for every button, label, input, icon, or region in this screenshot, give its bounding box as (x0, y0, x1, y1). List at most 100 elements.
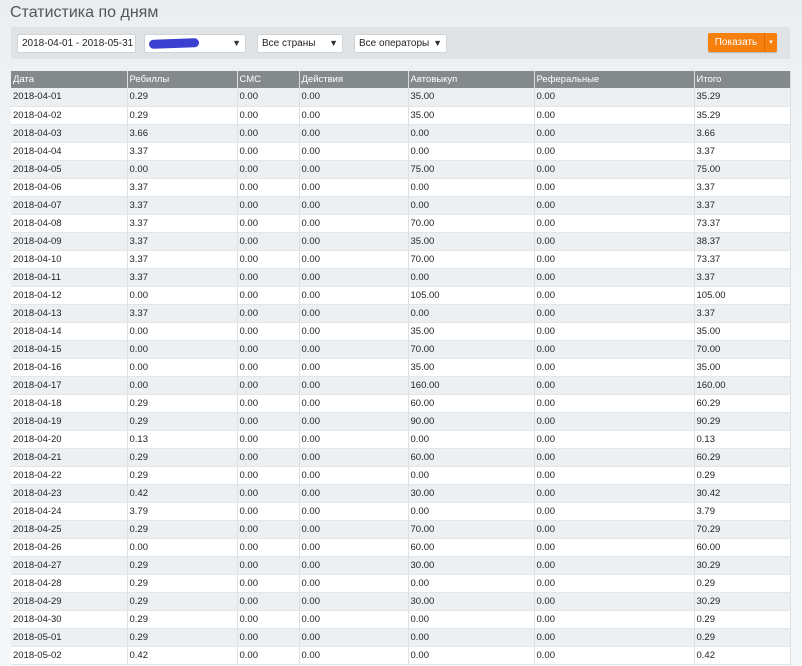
source-select[interactable]: ▼ (144, 34, 246, 53)
show-button[interactable]: Показать (708, 33, 764, 52)
cell-rebills: 3.37 (127, 250, 238, 269)
column-header-total[interactable]: Итого (694, 71, 791, 88)
cell-autobuy: 70.00 (408, 340, 535, 359)
cell-referral: 0.00 (534, 628, 695, 647)
cell-sms: 0.00 (237, 304, 300, 323)
cell-rebills: 0.29 (127, 592, 238, 611)
cell-autobuy: 105.00 (408, 286, 535, 305)
cell-sms: 0.00 (237, 520, 300, 539)
cell-date: 2018-04-03 (11, 124, 128, 143)
cell-sms: 0.00 (237, 214, 300, 233)
cell-referral: 0.00 (534, 538, 695, 557)
show-button-group: Показать ▾ (708, 33, 777, 52)
table-row: 2018-04-26 0.00 0.00 0.00 60.00 0.00 60.00 (11, 538, 791, 557)
cell-total: 70.00 (694, 340, 791, 359)
table-row: 2018-04-14 0.00 0.00 0.00 35.00 0.00 35.00 (11, 322, 791, 341)
table-row: 2018-04-23 0.42 0.00 0.00 30.00 0.00 30.42 (11, 484, 791, 503)
filter-bar: 2018-04-01 - 2018-05-31 ▼ Все страны ▼ В… (11, 27, 790, 59)
cell-actions: 0.00 (299, 646, 409, 665)
cell-autobuy: 30.00 (408, 592, 535, 611)
table-row: 2018-04-18 0.29 0.00 0.00 60.00 0.00 60.29 (11, 394, 791, 413)
cell-referral: 0.00 (534, 376, 695, 395)
cell-referral: 0.00 (534, 340, 695, 359)
cell-sms: 0.00 (237, 592, 300, 611)
column-header-referral[interactable]: Реферальные (534, 71, 695, 88)
column-header-date[interactable]: Дата (11, 71, 128, 88)
cell-sms: 0.00 (237, 610, 300, 629)
chevron-down-icon: ▼ (433, 38, 442, 48)
cell-date: 2018-04-02 (11, 106, 128, 125)
cell-date: 2018-04-28 (11, 574, 128, 593)
column-header-actions[interactable]: Действия (299, 71, 409, 88)
cell-date: 2018-04-16 (11, 358, 128, 377)
cell-total: 90.29 (694, 412, 791, 431)
cell-date: 2018-04-18 (11, 394, 128, 413)
cell-sms: 0.00 (237, 646, 300, 665)
cell-referral: 0.00 (534, 268, 695, 287)
cell-total: 160.00 (694, 376, 791, 395)
table-row: 2018-04-17 0.00 0.00 0.00 160.00 0.00 160.00 (11, 376, 791, 395)
cell-actions: 0.00 (299, 394, 409, 413)
cell-rebills: 3.66 (127, 124, 238, 143)
cell-referral: 0.00 (534, 196, 695, 215)
cell-total: 35.00 (694, 358, 791, 377)
table-header-row: Дата Ребиллы СМС Действия Автовыкуп Реферальн… (11, 71, 791, 88)
cell-total: 60.00 (694, 538, 791, 557)
cell-rebills: 0.29 (127, 520, 238, 539)
show-options-dropdown[interactable]: ▾ (764, 33, 777, 52)
cell-actions: 0.00 (299, 322, 409, 341)
cell-sms: 0.00 (237, 358, 300, 377)
cell-autobuy: 0.00 (408, 142, 535, 161)
cell-referral: 0.00 (534, 250, 695, 269)
cell-referral: 0.00 (534, 466, 695, 485)
cell-autobuy: 35.00 (408, 106, 535, 125)
cell-date: 2018-04-10 (11, 250, 128, 269)
cell-autobuy: 90.00 (408, 412, 535, 431)
cell-rebills: 0.00 (127, 538, 238, 557)
cell-actions: 0.00 (299, 214, 409, 233)
cell-rebills: 0.29 (127, 610, 238, 629)
cell-total: 0.42 (694, 646, 791, 665)
cell-referral: 0.00 (534, 592, 695, 611)
page-title: Статистика по дням (10, 4, 159, 21)
date-range-input[interactable]: 2018-04-01 - 2018-05-31 (17, 34, 136, 53)
cell-sms: 0.00 (237, 340, 300, 359)
cell-referral: 0.00 (534, 358, 695, 377)
cell-total: 35.29 (694, 88, 791, 107)
cell-sms: 0.00 (237, 142, 300, 161)
column-header-rebills[interactable]: Ребиллы (127, 71, 238, 88)
cell-total: 3.37 (694, 196, 791, 215)
table-row: 2018-04-16 0.00 0.00 0.00 35.00 0.00 35.00 (11, 358, 791, 377)
cell-total: 3.79 (694, 502, 791, 521)
cell-actions: 0.00 (299, 250, 409, 269)
cell-total: 3.37 (694, 142, 791, 161)
cell-autobuy: 60.00 (408, 394, 535, 413)
cell-autobuy: 0.00 (408, 430, 535, 449)
cell-autobuy: 35.00 (408, 322, 535, 341)
cell-actions: 0.00 (299, 286, 409, 305)
cell-autobuy: 60.00 (408, 538, 535, 557)
cell-referral: 0.00 (534, 394, 695, 413)
cell-rebills: 0.29 (127, 88, 238, 107)
cell-date: 2018-05-01 (11, 628, 128, 647)
cell-actions: 0.00 (299, 484, 409, 503)
table-row: 2018-04-05 0.00 0.00 0.00 75.00 0.00 75.00 (11, 160, 791, 179)
cell-actions: 0.00 (299, 304, 409, 323)
table-row: 2018-04-21 0.29 0.00 0.00 60.00 0.00 60.29 (11, 448, 791, 467)
cell-autobuy: 0.00 (408, 574, 535, 593)
column-header-sms[interactable]: СМС (237, 71, 300, 88)
chevron-down-icon: ▼ (329, 38, 338, 48)
column-header-autobuy[interactable]: Автовыкуп (408, 71, 535, 88)
table-row: 2018-04-28 0.29 0.00 0.00 0.00 0.00 0.29 (11, 574, 791, 593)
cell-sms: 0.00 (237, 124, 300, 143)
cell-referral: 0.00 (534, 574, 695, 593)
cell-actions: 0.00 (299, 178, 409, 197)
table-row: 2018-04-07 3.37 0.00 0.00 0.00 0.00 3.37 (11, 196, 791, 215)
cell-date: 2018-04-20 (11, 430, 128, 449)
table-row: 2018-04-03 3.66 0.00 0.00 0.00 0.00 3.66 (11, 124, 791, 143)
cell-total: 38.37 (694, 232, 791, 251)
countries-select[interactable]: Все страны ▼ (257, 34, 343, 53)
operators-select[interactable]: Все операторы ▼ (354, 34, 447, 53)
cell-autobuy: 0.00 (408, 196, 535, 215)
cell-total: 0.29 (694, 610, 791, 629)
